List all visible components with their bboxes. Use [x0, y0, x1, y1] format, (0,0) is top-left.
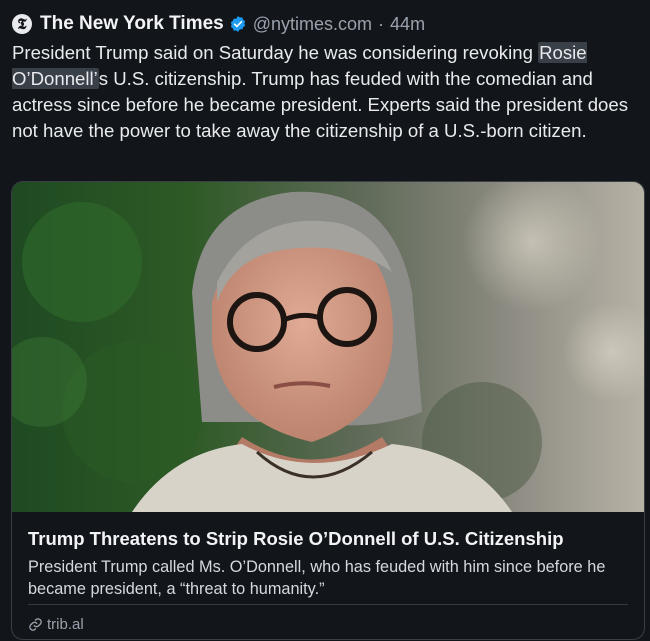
card-divider [28, 604, 628, 605]
card-description: President Trump called Ms. O’Donnell, wh… [28, 558, 606, 598]
timestamp[interactable]: 44m [390, 14, 425, 35]
nyt-logo-icon[interactable]: 𝕿 [12, 14, 32, 34]
post-text-part: President Trump said on Saturday he was … [12, 42, 539, 63]
post-text: President Trump said on Saturday he was … [12, 40, 642, 144]
verified-badge-icon [229, 15, 247, 33]
separator-dot: · [378, 13, 385, 34]
link-icon [29, 617, 42, 631]
card-domain-text[interactable]: trib.al [47, 616, 84, 633]
post[interactable]: 𝕿 The New York Times @nytimes.com · 44m … [0, 0, 650, 641]
link-card[interactable]: Trump Threatens to Strip Rosie O’Donnell… [11, 181, 645, 640]
author-name[interactable]: The New York Times [40, 13, 224, 35]
article-photo[interactable] [12, 182, 644, 512]
card-domain[interactable]: trib.al [28, 614, 84, 634]
author-handle[interactable]: @nytimes.com [253, 14, 372, 35]
card-title[interactable]: Trump Threatens to Strip Rosie O’Donnell… [28, 528, 628, 550]
post-text-part: s U.S. citizenship. Trump has feuded wit… [12, 68, 629, 141]
post-header: 𝕿 The New York Times @nytimes.com · 44m [12, 10, 425, 38]
